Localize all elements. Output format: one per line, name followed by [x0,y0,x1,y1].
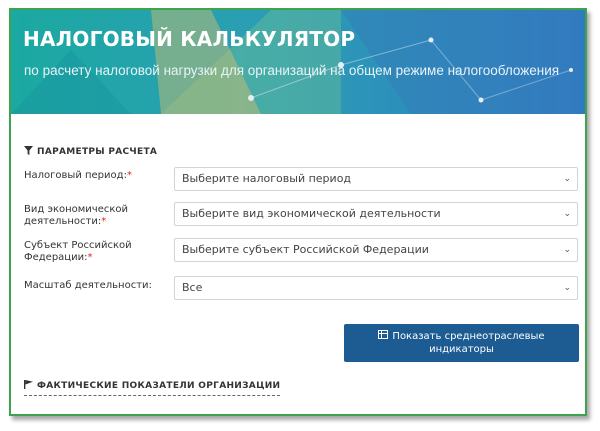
required-mark: * [87,252,93,263]
required-mark: * [101,216,107,227]
chevron-down-icon: ⌄ [563,283,571,293]
table-icon [378,330,389,343]
chevron-down-icon: ⌄ [563,174,571,184]
tax-period-select[interactable]: Выберите налоговый период ⌄ [174,167,578,191]
calculator-panel: НАЛОГОВЫЙ КАЛЬКУЛЯТОР по расчету налогов… [9,8,587,416]
tax-period-label-text: Налоговый период: [24,170,127,181]
show-indicators-button[interactable]: Показать среднеотраслевые индикаторы [344,324,579,362]
chevron-down-icon: ⌄ [563,209,571,219]
params-section-label: ПАРАМЕТРЫ РАСЧЕТА [37,147,158,157]
filter-icon [24,146,33,158]
region-value: Выберите субъект Российской Федерации [182,243,429,256]
scale-value: Все [182,281,203,294]
facts-section-label: ФАКТИЧЕСКИЕ ПОКАЗАТЕЛИ ОРГАНИЗАЦИИ [37,381,281,391]
region-label-line1: Субъект Российской [24,240,132,251]
activity-type-label: Вид экономической деятельности:* [24,204,128,228]
region-label: Субъект Российской Федерации:* [24,240,132,264]
page-title: НАЛОГОВЫЙ КАЛЬКУЛЯТОР [23,27,356,51]
tax-period-value: Выберите налоговый период [182,172,352,185]
page-subtitle: по расчету налоговой нагрузки для органи… [24,63,560,78]
scale-label: Масштаб деятельности: [24,280,152,292]
scale-label-text: Масштаб деятельности: [24,280,152,291]
facts-section-title[interactable]: ФАКТИЧЕСКИЕ ПОКАЗАТЕЛИ ОРГАНИЗАЦИИ [24,380,281,396]
chevron-down-icon: ⌄ [563,245,571,255]
show-indicators-label-line1: Показать среднеотраслевые [392,331,545,342]
banner-decoration [11,10,585,114]
show-indicators-label-line2: индикаторы [429,344,494,355]
activity-type-select[interactable]: Выберите вид экономической деятельности … [174,202,578,226]
region-label-line2: Федерации: [24,252,88,263]
scale-select[interactable]: Все ⌄ [174,276,578,300]
required-mark: * [126,170,132,181]
flag-icon [24,380,33,392]
activity-type-value: Выберите вид экономической деятельности [182,207,441,220]
activity-type-label-line1: Вид экономической [24,204,129,215]
activity-type-label-line2: деятельности: [24,216,102,227]
params-section-title: ПАРАМЕТРЫ РАСЧЕТА [24,146,157,158]
header-banner: НАЛОГОВЫЙ КАЛЬКУЛЯТОР по расчету налогов… [11,10,585,114]
tax-period-label: Налоговый период:* [24,170,132,182]
region-select[interactable]: Выберите субъект Российской Федерации ⌄ [174,238,578,262]
